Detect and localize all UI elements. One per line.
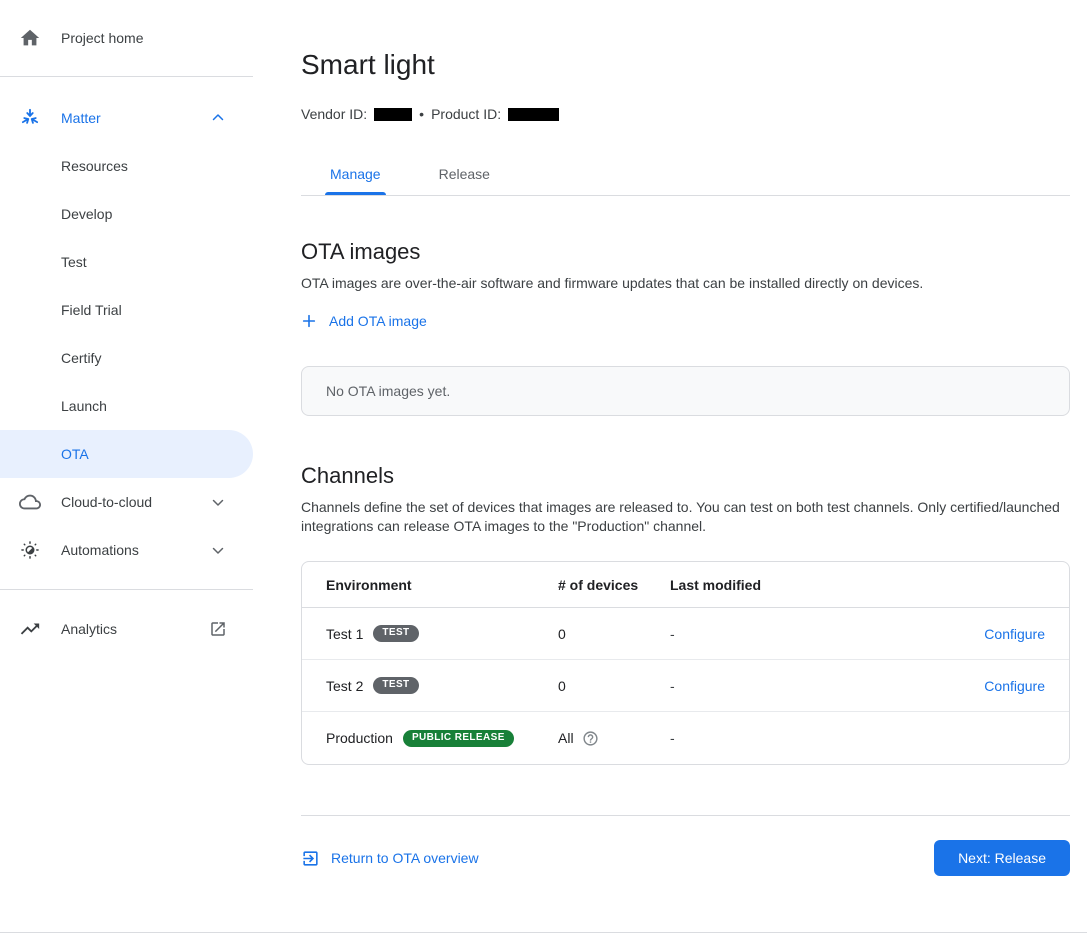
table-row-test-1: Test 1 TEST 0 - Configure [302,608,1069,660]
return-link-label: Return to OTA overview [331,850,479,866]
device-count: All [558,730,574,746]
column-header-devices: # of devices [558,577,670,593]
configure-link[interactable]: Configure [984,626,1045,642]
ota-images-title: OTA images [301,238,1070,266]
page-title: Smart light [301,48,1070,82]
sidebar-item-field-trial[interactable]: Field Trial [0,286,253,334]
channels-table: Environment # of devices Last modified T… [301,561,1070,765]
sidebar-divider [0,589,253,590]
product-id-redacted [508,108,559,121]
tab-release[interactable]: Release [434,166,495,195]
table-header-row: Environment # of devices Last modified [302,562,1069,608]
ota-images-description: OTA images are over-the-air software and… [301,274,1070,293]
sidebar-item-ota[interactable]: OTA [0,430,253,478]
sidebar-item-test[interactable]: Test [0,238,253,286]
sidebar-item-cloud-to-cloud[interactable]: Cloud-to-cloud [0,478,253,526]
sidebar-item-label: Automations [61,542,209,558]
meta-separator: • [419,106,424,122]
sidebar-item-label: Resources [61,158,128,174]
product-id-label: Product ID: [431,106,501,122]
sidebar-item-label: Project home [61,30,227,46]
last-modified-value: - [670,730,929,746]
trending-up-icon [18,617,42,641]
configure-link[interactable]: Configure [984,678,1045,694]
empty-message: No OTA images yet. [326,383,450,399]
tab-manage[interactable]: Manage [325,166,386,195]
sidebar-item-resources[interactable]: Resources [0,142,253,190]
column-header-last-modified: Last modified [670,577,929,593]
last-modified-value: - [670,626,929,642]
sidebar-item-analytics[interactable]: Analytics [0,605,253,653]
table-row-production: Production PUBLIC RELEASE All - [302,712,1069,764]
vendor-id-redacted [374,108,412,121]
channel-name: Production [326,730,393,746]
footer-divider [301,815,1070,816]
channel-name: Test 2 [326,678,363,694]
table-row-test-2: Test 2 TEST 0 - Configure [302,660,1069,712]
channels-description: Channels define the set of devices that … [301,498,1070,536]
vendor-id-label: Vendor ID: [301,106,367,122]
open-in-new-icon [209,620,227,638]
chevron-down-icon[interactable] [209,493,227,511]
sidebar: Project home Matter Resources Develop Te… [0,0,253,933]
footer: Return to OTA overview Next: Release [301,840,1070,876]
add-ota-image-button[interactable]: Add OTA image [301,313,427,329]
matter-icon [18,106,42,130]
status-badge-test: TEST [373,677,418,694]
chevron-up-icon[interactable] [209,109,227,127]
status-badge-test: TEST [373,625,418,642]
ota-images-empty-state: No OTA images yet. [301,366,1070,416]
sidebar-item-label: Test [61,254,87,270]
plus-icon [301,313,317,329]
sidebar-item-label: OTA [61,446,89,462]
product-meta: Vendor ID: • Product ID: [301,106,1070,122]
sidebar-item-label: Field Trial [61,302,122,318]
chevron-down-icon[interactable] [209,541,227,559]
sidebar-item-project-home[interactable]: Project home [0,14,253,62]
device-count: 0 [558,626,566,642]
sidebar-item-label: Develop [61,206,112,222]
sidebar-item-label: Matter [61,110,209,126]
sidebar-item-matter[interactable]: Matter [0,94,253,142]
sidebar-item-automations[interactable]: Automations [0,526,253,574]
help-icon[interactable] [582,730,599,747]
channels-title: Channels [301,462,1070,490]
app-window: Project home Matter Resources Develop Te… [0,0,1087,933]
automations-icon [18,538,42,562]
home-icon [18,26,42,50]
return-to-ota-overview-link[interactable]: Return to OTA overview [301,849,479,868]
add-ota-image-label: Add OTA image [329,313,427,329]
tab-bar: Manage Release [301,166,1070,196]
sidebar-item-label: Analytics [61,621,209,637]
last-modified-value: - [670,678,929,694]
main-content: Smart light Vendor ID: • Product ID: Man… [253,0,1087,933]
sidebar-item-label: Launch [61,398,107,414]
status-badge-public-release: PUBLIC RELEASE [403,730,514,747]
sidebar-item-develop[interactable]: Develop [0,190,253,238]
column-header-environment: Environment [302,577,558,593]
device-count: 0 [558,678,566,694]
next-release-button[interactable]: Next: Release [934,840,1070,876]
sidebar-item-label: Cloud-to-cloud [61,494,209,510]
cloud-icon [18,490,42,514]
sidebar-item-launch[interactable]: Launch [0,382,253,430]
sidebar-divider [0,76,253,77]
sidebar-item-label: Certify [61,350,101,366]
sidebar-item-certify[interactable]: Certify [0,334,253,382]
exit-to-app-icon [301,849,320,868]
channel-name: Test 1 [326,626,363,642]
